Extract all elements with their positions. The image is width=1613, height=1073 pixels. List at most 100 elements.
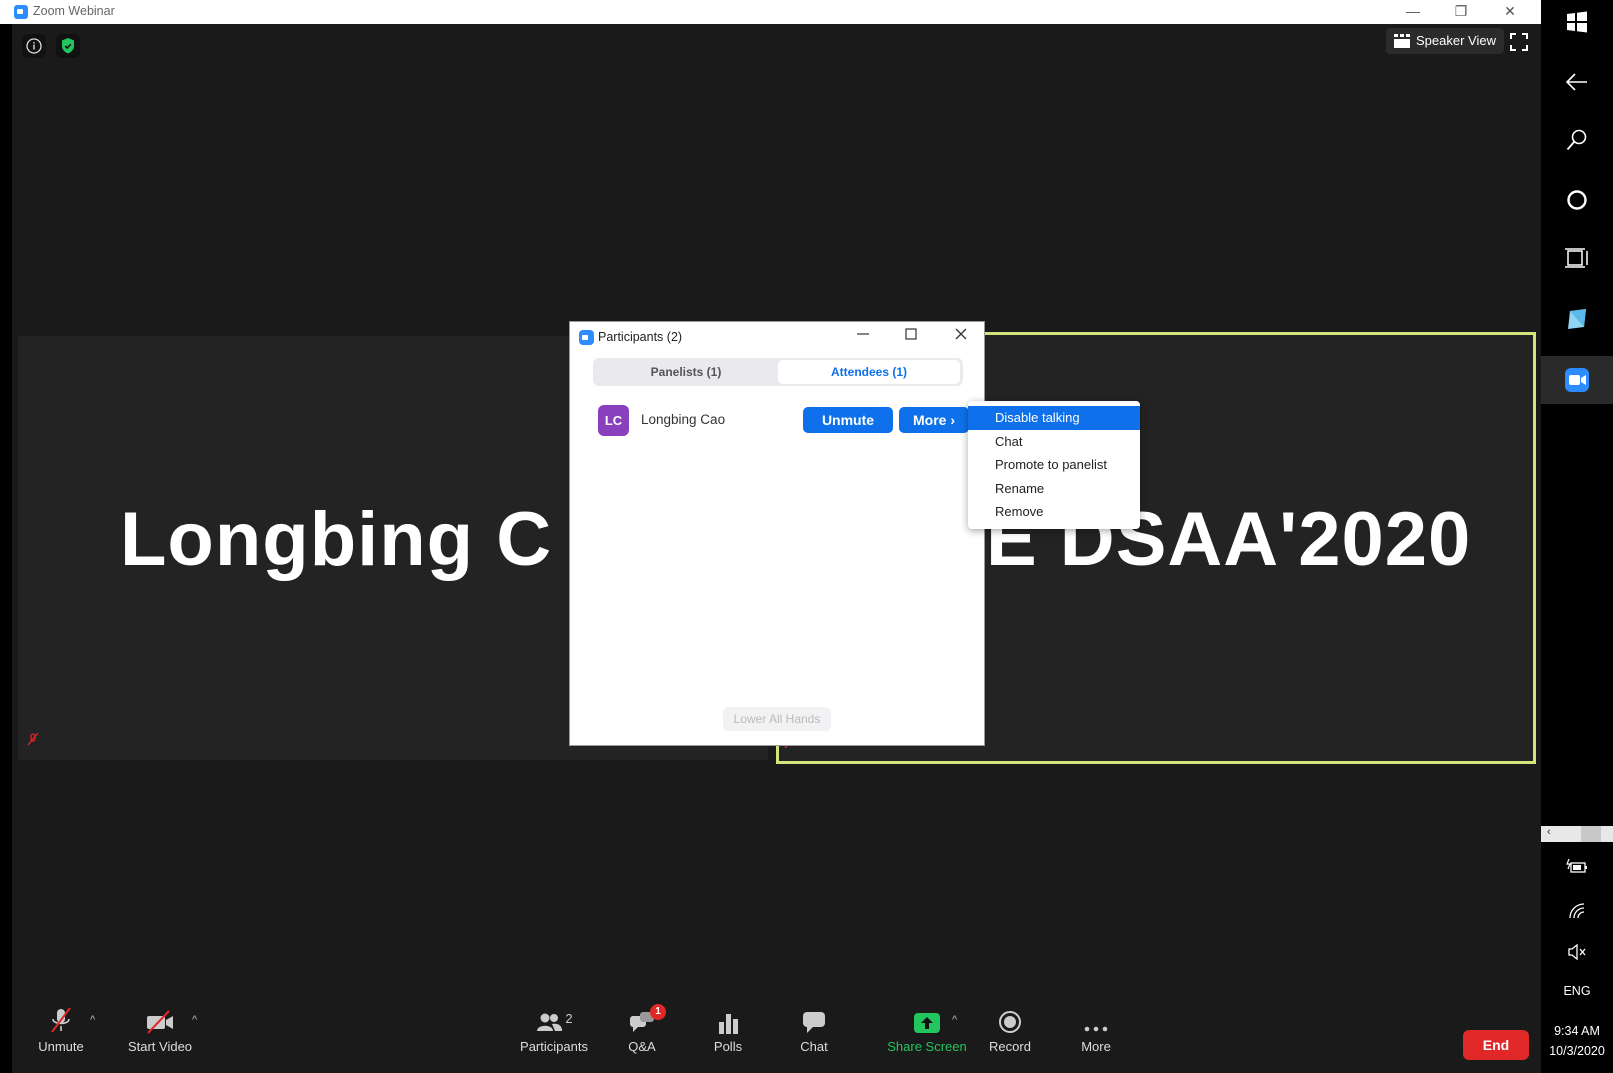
volume-muted-icon bbox=[1568, 943, 1586, 961]
start-video-label: Start Video bbox=[127, 1039, 193, 1054]
windows-taskbar: ‹ ENG 9:34 AM 10/3/2020 bbox=[1541, 0, 1613, 1073]
taskbar-zoom-app[interactable] bbox=[1541, 367, 1613, 393]
polls-label: Polls bbox=[713, 1039, 743, 1054]
share-screen-label: Share Screen bbox=[887, 1039, 967, 1054]
muted-microphone-icon bbox=[51, 1007, 71, 1033]
minimize-window-button[interactable]: — bbox=[1389, 0, 1437, 24]
menu-item-promote-to-panelist[interactable]: Promote to panelist bbox=[968, 453, 1140, 477]
attendee-name: Longbing Cao bbox=[641, 412, 726, 427]
app-cube-icon bbox=[1568, 309, 1586, 329]
start-video-button[interactable]: Start Video bbox=[120, 1002, 200, 1056]
task-view-icon bbox=[1565, 248, 1588, 268]
scroll-thumb[interactable] bbox=[1581, 826, 1601, 842]
network-status[interactable] bbox=[1541, 900, 1613, 920]
back-button[interactable] bbox=[1541, 70, 1613, 94]
security-shield-button[interactable] bbox=[56, 34, 80, 58]
scroll-left-arrow-icon[interactable]: ‹ bbox=[1547, 826, 1551, 838]
speaker-view-label: Speaker View bbox=[1416, 33, 1496, 48]
volume-status[interactable] bbox=[1541, 942, 1613, 962]
battery-status[interactable] bbox=[1541, 858, 1613, 876]
lower-all-hands-button[interactable]: Lower All Hands bbox=[723, 707, 831, 731]
record-icon bbox=[999, 1011, 1021, 1033]
audio-options-caret-icon[interactable]: ^ bbox=[90, 1014, 95, 1026]
panel-maximize-button[interactable] bbox=[896, 326, 926, 348]
search-icon bbox=[1566, 129, 1587, 151]
clock-time[interactable]: 9:34 AM bbox=[1541, 1024, 1613, 1038]
attendee-more-button[interactable]: More › bbox=[899, 407, 969, 433]
maximize-icon bbox=[905, 328, 917, 340]
fullscreen-button[interactable] bbox=[1509, 32, 1533, 52]
more-label: More bbox=[1081, 1039, 1111, 1054]
close-icon bbox=[955, 328, 967, 340]
shared-screen-text-left: Longbing C bbox=[120, 497, 553, 582]
windows-start-button[interactable] bbox=[1541, 10, 1613, 34]
muted-mic-icon bbox=[27, 732, 39, 746]
qa-notification-badge: 1 bbox=[650, 1004, 666, 1020]
zoom-camera-icon bbox=[1565, 368, 1589, 392]
participants-button[interactable]: 2 Participants bbox=[514, 1002, 594, 1056]
participants-label: Participants bbox=[520, 1039, 588, 1054]
video-options-caret-icon[interactable]: ^ bbox=[192, 1014, 197, 1026]
share-screen-arrow-icon bbox=[914, 1013, 940, 1033]
record-label: Record bbox=[989, 1039, 1031, 1054]
cortana-button[interactable] bbox=[1541, 188, 1613, 212]
unmute-button[interactable]: Unmute bbox=[21, 1002, 101, 1056]
windows-logo-icon bbox=[1567, 11, 1587, 33]
chat-bubble-icon bbox=[803, 1012, 825, 1033]
speaker-view-button[interactable]: Speaker View bbox=[1386, 28, 1504, 54]
window-titlebar: Zoom Webinar — ❐ ✕ bbox=[0, 0, 1541, 24]
cortana-circle-icon bbox=[1567, 190, 1587, 210]
chat-button[interactable]: Chat bbox=[774, 1002, 854, 1056]
menu-item-remove[interactable]: Remove bbox=[968, 500, 1140, 524]
minimize-icon bbox=[857, 333, 869, 335]
menu-item-disable-talking[interactable]: Disable talking bbox=[968, 406, 1140, 430]
taskbar-scrollbar[interactable]: ‹ bbox=[1541, 826, 1613, 842]
clock-date[interactable]: 10/3/2020 bbox=[1541, 1044, 1613, 1058]
participant-tabs: Panelists (1) Attendees (1) bbox=[593, 358, 963, 386]
restore-window-button[interactable]: ❐ bbox=[1437, 0, 1485, 24]
close-window-button[interactable]: ✕ bbox=[1486, 0, 1534, 24]
polls-button[interactable]: Polls bbox=[688, 1002, 768, 1056]
more-button[interactable]: More bbox=[1056, 1002, 1136, 1056]
info-icon bbox=[26, 38, 42, 54]
meeting-toolbar: Unmute ^ Start Video ^ 2 Participants 1 … bbox=[12, 1002, 1541, 1073]
participants-count: 2 bbox=[565, 1011, 573, 1026]
task-view-button[interactable] bbox=[1541, 246, 1613, 270]
unmute-label: Unmute bbox=[38, 1039, 84, 1054]
participants-panel: Participants (2) Panelists (1) Attendees… bbox=[569, 321, 985, 746]
more-dots-icon bbox=[1084, 1026, 1108, 1032]
menu-item-chat[interactable]: Chat bbox=[968, 430, 1140, 454]
zoom-app-icon bbox=[14, 5, 28, 19]
zoom-app-icon bbox=[579, 330, 594, 345]
input-language[interactable]: ENG bbox=[1541, 984, 1613, 998]
panel-close-button[interactable] bbox=[946, 326, 976, 348]
back-arrow-icon bbox=[1565, 73, 1587, 91]
wifi-icon bbox=[1569, 903, 1585, 919]
video-off-icon bbox=[147, 1010, 173, 1034]
speaker-view-grid-icon bbox=[1394, 34, 1410, 48]
qa-label: Q&A bbox=[628, 1039, 656, 1054]
participants-panel-title: Participants (2) bbox=[598, 330, 683, 344]
shield-check-icon bbox=[62, 38, 74, 54]
attendee-unmute-button[interactable]: Unmute bbox=[803, 407, 893, 433]
share-screen-button[interactable]: Share Screen bbox=[880, 1002, 974, 1056]
avatar: LC bbox=[598, 405, 629, 436]
tab-panelists[interactable]: Panelists (1) bbox=[595, 360, 777, 384]
tab-attendees[interactable]: Attendees (1) bbox=[778, 360, 960, 384]
window-title: Zoom Webinar bbox=[33, 4, 115, 18]
polls-bar-chart-icon bbox=[719, 1014, 738, 1034]
qa-button[interactable]: 1 Q&A bbox=[602, 1002, 682, 1056]
menu-item-rename[interactable]: Rename bbox=[968, 477, 1140, 501]
taskbar-app-pinned[interactable] bbox=[1541, 306, 1613, 332]
search-button[interactable] bbox=[1541, 128, 1613, 152]
end-meeting-button[interactable]: End bbox=[1463, 1030, 1529, 1060]
chat-label: Chat bbox=[800, 1039, 828, 1054]
battery-charging-icon bbox=[1566, 858, 1587, 873]
fullscreen-icon bbox=[1510, 33, 1528, 51]
meeting-info-button[interactable] bbox=[22, 34, 46, 58]
participants-icon bbox=[537, 1013, 563, 1031]
panel-minimize-button[interactable] bbox=[848, 326, 878, 348]
record-button[interactable]: Record bbox=[970, 1002, 1050, 1056]
attendee-more-menu: Disable talking Chat Promote to panelist… bbox=[968, 401, 1140, 529]
share-options-caret-icon[interactable]: ^ bbox=[952, 1014, 957, 1026]
